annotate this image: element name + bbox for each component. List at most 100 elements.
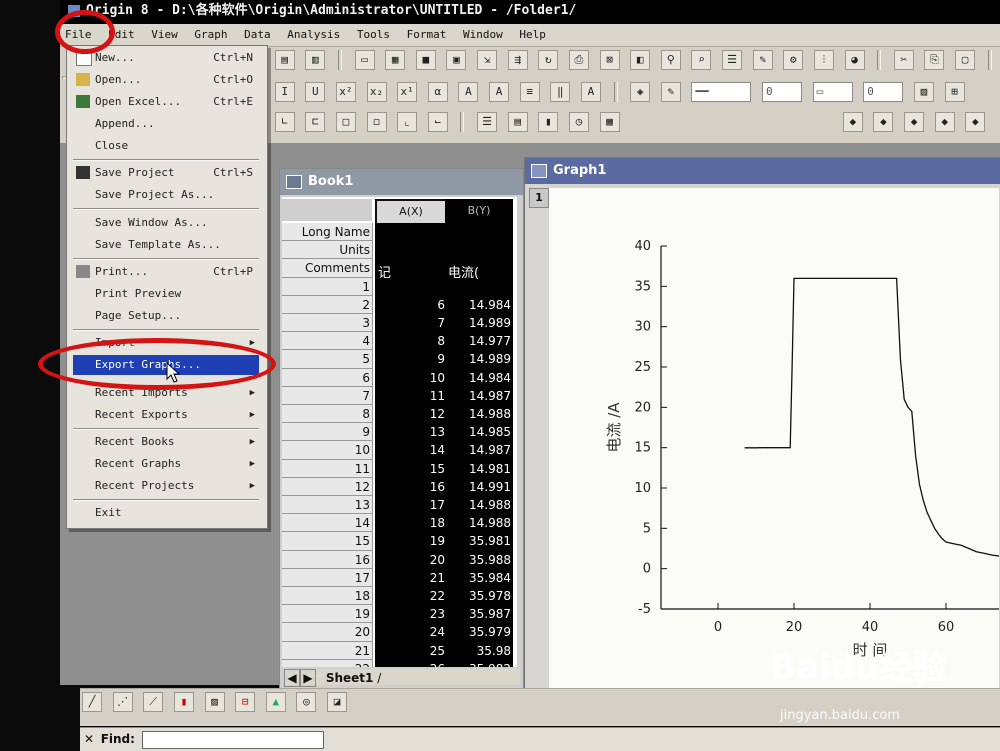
menu-item-save-window-as[interactable]: Save Window As... <box>73 213 259 233</box>
cell-a[interactable]: 25 <box>375 642 445 660</box>
row-number[interactable]: 20 <box>282 623 373 642</box>
menu-item-close[interactable]: Close <box>73 136 259 156</box>
box-plot-icon[interactable]: ⊟ <box>235 692 256 712</box>
cell-b[interactable]: 35.987 <box>445 605 511 623</box>
line-color-icon[interactable]: ✎ <box>660 82 681 102</box>
menu-item-new[interactable]: New... Ctrl+N <box>73 48 259 68</box>
book1-window[interactable]: Book1 A(X) B(Y) Long Name Units Comments 记电… <box>279 168 524 690</box>
worksheet-grid[interactable]: A(X) B(Y) Long Name Units Comments 记电流(1 2 6 1… <box>282 197 517 667</box>
graph-canvas[interactable]: -505101520253035400 20 40 60时 间电流 /A <box>529 188 999 693</box>
axis-shift-icon[interactable]: ⌙ <box>427 112 448 132</box>
menu-graph[interactable]: Graph <box>189 24 232 46</box>
code-builder-icon[interactable]: ⚙ <box>783 50 804 70</box>
greek-icon[interactable]: α <box>427 82 448 102</box>
import-icon[interactable]: ⇲ <box>477 50 497 70</box>
row-number[interactable]: 14 <box>282 514 373 533</box>
row-number[interactable]: 9 <box>282 423 373 442</box>
row-number[interactable]: 13 <box>282 496 373 515</box>
cell-a[interactable]: 21 <box>375 569 445 587</box>
line-width-dropdown[interactable]: 0 <box>762 82 802 102</box>
polar-plot-icon[interactable]: ◎ <box>296 692 317 712</box>
axis-l-icon[interactable]: ∟ <box>274 112 295 132</box>
cell-a[interactable]: 10 <box>375 369 445 387</box>
grid-icon[interactable]: ⊞ <box>944 82 965 102</box>
layout-icon[interactable]: ◧ <box>630 50 651 70</box>
menu-item-save-project-as[interactable]: Save Project As... <box>73 185 259 205</box>
cell-b[interactable]: 14.991 <box>445 478 511 496</box>
graph1-title-bar[interactable]: Graph1 <box>525 158 1000 184</box>
cell-a[interactable]: 6 <box>375 296 445 314</box>
menu-item-save-template-as[interactable]: Save Template As... <box>73 235 259 255</box>
zoom-icon[interactable]: ⌕ <box>691 50 712 70</box>
cell-b[interactable]: 35.988 <box>445 551 511 569</box>
graph-export-icon[interactable]: ⊠ <box>599 50 620 70</box>
line-plot-icon[interactable]: ╱ <box>82 692 102 712</box>
cell-b[interactable]: 14.988 <box>445 496 511 514</box>
template-plot-icon[interactable]: ◪ <box>327 692 347 712</box>
paste-icon[interactable]: ▢ <box>955 50 975 70</box>
menu-tools[interactable]: Tools <box>352 24 395 46</box>
cell-a[interactable]: 26 <box>375 660 445 667</box>
new-icon[interactable]: ▤ <box>274 50 295 70</box>
cell-a[interactable]: 22 <box>375 587 445 605</box>
underline-icon[interactable]: U <box>305 82 326 102</box>
cell-b[interactable]: 14.984 <box>445 369 511 387</box>
plot-3d-c-icon[interactable]: ◆ <box>904 112 924 132</box>
row-number[interactable]: 4 <box>282 332 373 351</box>
row-number[interactable]: 22 <box>282 659 373 667</box>
cell-b[interactable]: 14.977 <box>445 332 511 350</box>
recalculate-icon[interactable]: ↻ <box>538 50 559 70</box>
menu-item-open-excel[interactable]: Open Excel... Ctrl+E <box>73 92 259 112</box>
decrease-font-icon[interactable]: A <box>489 82 509 102</box>
menu-item-recent-projects[interactable]: Recent Projects ▶ <box>73 476 259 496</box>
open-folder-icon[interactable]: ▭ <box>354 50 375 70</box>
cell-b[interactable]: 35.984 <box>445 569 511 587</box>
plot-3d-d-icon[interactable]: ◆ <box>934 112 955 132</box>
row-number[interactable]: 17 <box>282 568 373 587</box>
subscript-icon[interactable]: x₂ <box>366 82 387 102</box>
axis-frame-icon[interactable]: □ <box>335 112 356 132</box>
axis-corner-icon[interactable]: ⌞ <box>397 112 418 132</box>
tab-scroll-left[interactable]: ◀ <box>284 669 300 687</box>
surface-plot-icon[interactable]: ▲ <box>265 692 286 712</box>
cell-a[interactable]: 16 <box>375 478 445 496</box>
table-icon[interactable]: ▦ <box>599 112 620 132</box>
find-close-icon[interactable]: ✕ <box>84 732 94 746</box>
cell-b[interactable]: 14.987 <box>445 387 511 405</box>
menu-item-recent-graphs[interactable]: Recent Graphs ▶ <box>73 454 259 474</box>
column-plot-icon[interactable]: ▮ <box>173 692 194 712</box>
script-window-icon[interactable]: ✎ <box>752 50 773 70</box>
tab-scroll-right[interactable]: ▶ <box>300 669 316 687</box>
menu-format[interactable]: Format <box>402 24 452 46</box>
cell-a[interactable]: 15 <box>375 460 445 478</box>
cell-a[interactable]: 8 <box>375 332 445 350</box>
row-number[interactable]: 8 <box>282 405 373 424</box>
corner-cell[interactable] <box>282 199 372 221</box>
plot-3d-e-icon[interactable]: ◆ <box>965 112 986 132</box>
cell-b[interactable]: 35.982 <box>445 660 511 667</box>
color-scale-icon[interactable]: ▮ <box>538 112 559 132</box>
row-number[interactable]: 2 <box>282 295 373 314</box>
row-number[interactable]: 15 <box>282 532 373 551</box>
pattern-width-dropdown[interactable]: 0 <box>863 82 904 102</box>
print-icon[interactable]: ⎙ <box>568 50 589 70</box>
import-multiple-icon[interactable]: ⇶ <box>507 50 528 70</box>
cell-a[interactable]: 17 <box>375 496 445 514</box>
plot-3d-b-icon[interactable]: ◆ <box>873 112 894 132</box>
row-number[interactable]: 19 <box>282 605 373 624</box>
row-header-label[interactable]: Long Name <box>282 223 373 242</box>
increase-font-icon[interactable]: A <box>458 82 479 102</box>
row-number[interactable]: 11 <box>282 459 373 478</box>
menu-item-exit[interactable]: Exit <box>73 503 259 523</box>
font-color-icon[interactable]: A <box>580 82 601 102</box>
hatch-pattern-icon[interactable]: ▨ <box>913 82 934 102</box>
pie-icon[interactable]: ◕ <box>844 50 865 70</box>
menu-item-open[interactable]: Open... Ctrl+O <box>73 70 259 90</box>
row-number[interactable]: 5 <box>282 350 373 369</box>
menu-data[interactable]: Data <box>239 24 276 46</box>
plot-3d-icon[interactable]: ◆ <box>842 112 863 132</box>
column-header-a[interactable]: A(X) <box>375 199 447 225</box>
find-input[interactable] <box>141 731 324 749</box>
row-number[interactable]: 10 <box>282 441 373 460</box>
axis-box-icon[interactable]: ⊏ <box>305 112 326 132</box>
